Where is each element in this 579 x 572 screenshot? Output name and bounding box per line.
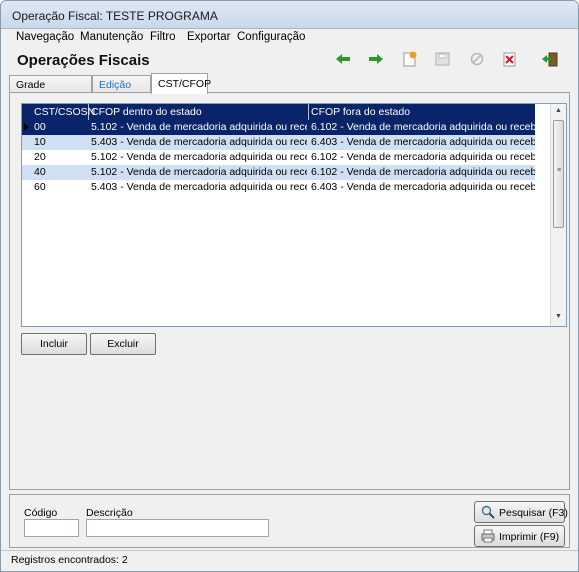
- column-separator[interactable]: [308, 104, 309, 120]
- row-indicator-icon: [24, 123, 29, 131]
- app-window: Operação Fiscal: TESTE PROGRAMA Navegaçã…: [0, 0, 579, 572]
- window-title: Operação Fiscal: TESTE PROGRAMA: [12, 9, 218, 23]
- tab-panel-cst-cfop: CST/CSOSN CFOP dentro do estado CFOP for…: [9, 92, 570, 490]
- excluir-button-label: Excluir: [107, 338, 139, 350]
- title-bar: Operação Fiscal: TESTE PROGRAMA: [1, 1, 578, 29]
- cell-cst: 20: [34, 151, 46, 163]
- cell-cfop-dentro: 5.403 - Venda de mercadoria adquirida ou…: [91, 181, 307, 193]
- pesquisar-button[interactable]: Pesquisar (F3): [474, 501, 568, 523]
- cell-cfop-fora: 6.102 - Venda de mercadoria adquirida ou…: [311, 151, 535, 163]
- incluir-button-label: Incluir: [39, 338, 68, 350]
- menu-navegacao[interactable]: Navegação: [16, 31, 74, 43]
- cell-cst: 10: [34, 136, 46, 148]
- column-header-cst[interactable]: CST/CSOSN: [34, 106, 95, 118]
- table-row[interactable]: 60 5.403 - Venda de mercadoria adquirida…: [22, 180, 535, 195]
- column-header-cfop-fora[interactable]: CFOP fora do estado: [311, 106, 410, 118]
- search-icon: [481, 505, 495, 519]
- status-text: Registros encontrados: 2: [11, 554, 128, 566]
- cst-cfop-grid[interactable]: CST/CSOSN CFOP dentro do estado CFOP for…: [21, 103, 567, 327]
- tab-cst-cfop-label: CST/CFOP: [158, 78, 212, 90]
- descricao-label: Descrição: [86, 507, 133, 519]
- table-row[interactable]: 10 5.403 - Venda de mercadoria adquirida…: [22, 135, 535, 150]
- save-icon[interactable]: [434, 51, 452, 67]
- tab-grade[interactable]: Grade (Shift+F3): [9, 75, 92, 103]
- scroll-up-icon[interactable]: ▲: [555, 107, 562, 114]
- cell-cfop-dentro: 5.102 - Venda de mercadoria adquirida ou…: [91, 166, 307, 178]
- cancel-icon[interactable]: [468, 51, 486, 67]
- cell-cfop-dentro: 5.403 - Venda de mercadoria adquirida ou…: [91, 136, 307, 148]
- codigo-label: Código: [24, 507, 58, 519]
- cell-cfop-fora: 6.403 - Venda de mercadoria adquirida ou…: [311, 181, 535, 193]
- grip-icon: ≡: [557, 167, 562, 174]
- exit-icon[interactable]: [541, 51, 559, 67]
- menu-filtro[interactable]: Filtro: [150, 31, 176, 43]
- codigo-field[interactable]: [24, 519, 79, 537]
- imprimir-button-label: Imprimir (F9): [499, 531, 560, 543]
- incluir-button[interactable]: Incluir: [21, 333, 87, 355]
- cell-cst: 00: [34, 121, 46, 133]
- excluir-button[interactable]: Excluir: [90, 333, 156, 355]
- delete-icon[interactable]: [501, 51, 519, 67]
- column-header-cfop-dentro[interactable]: CFOP dentro do estado: [91, 106, 202, 118]
- table-row[interactable]: 40 5.102 - Venda de mercadoria adquirida…: [22, 165, 535, 180]
- cell-cfop-fora: 6.102 - Venda de mercadoria adquirida ou…: [311, 166, 535, 178]
- column-separator[interactable]: [88, 104, 89, 120]
- menu-exportar[interactable]: Exportar: [187, 31, 230, 43]
- imprimir-button[interactable]: Imprimir (F9): [474, 525, 565, 547]
- grid-header: CST/CSOSN CFOP dentro do estado CFOP for…: [22, 104, 535, 120]
- arrow-right-icon[interactable]: [367, 51, 385, 67]
- menu-configuracao[interactable]: Configuração: [237, 31, 305, 43]
- cell-cfop-dentro: 5.102 - Venda de mercadoria adquirida ou…: [91, 121, 307, 133]
- table-row[interactable]: 00 5.102 - Venda de mercadoria adquirida…: [22, 120, 535, 135]
- grid-vertical-scrollbar[interactable]: ▲ ≡ ▼: [550, 104, 566, 326]
- arrow-left-icon[interactable]: [334, 51, 352, 67]
- printer-icon: [481, 529, 495, 543]
- search-panel: Código Descrição Pesquisar (F3) Imprimir…: [9, 494, 570, 548]
- page-header: Operações Fiscais: [1, 46, 578, 72]
- tab-cst-cfop[interactable]: CST/CFOP: [151, 73, 212, 94]
- tab-edicao[interactable]: Edição (F2): [92, 75, 151, 103]
- menu-bar: Navegação Manutenção Filtro Exportar Con…: [1, 29, 578, 46]
- menu-manutencao[interactable]: Manutenção: [80, 31, 143, 43]
- scroll-down-icon[interactable]: ▼: [555, 313, 562, 320]
- descricao-field[interactable]: [86, 519, 269, 537]
- page-title: Operações Fiscais: [17, 52, 150, 69]
- cell-cfop-fora: 6.102 - Venda de mercadoria adquirida ou…: [311, 121, 535, 133]
- new-record-icon[interactable]: [401, 51, 419, 67]
- table-row[interactable]: 20 5.102 - Venda de mercadoria adquirida…: [22, 150, 535, 165]
- pesquisar-button-label: Pesquisar (F3): [499, 507, 568, 519]
- cell-cst: 60: [34, 181, 46, 193]
- tab-strip: Grade (Shift+F3) Edição (F2) CST/CFOP: [9, 73, 569, 103]
- cell-cfop-dentro: 5.102 - Venda de mercadoria adquirida ou…: [91, 151, 307, 163]
- cell-cfop-fora: 6.403 - Venda de mercadoria adquirida ou…: [311, 136, 535, 148]
- status-bar: Registros encontrados: 2: [1, 550, 578, 571]
- cell-cst: 40: [34, 166, 46, 178]
- scrollbar-thumb[interactable]: ≡: [553, 120, 564, 228]
